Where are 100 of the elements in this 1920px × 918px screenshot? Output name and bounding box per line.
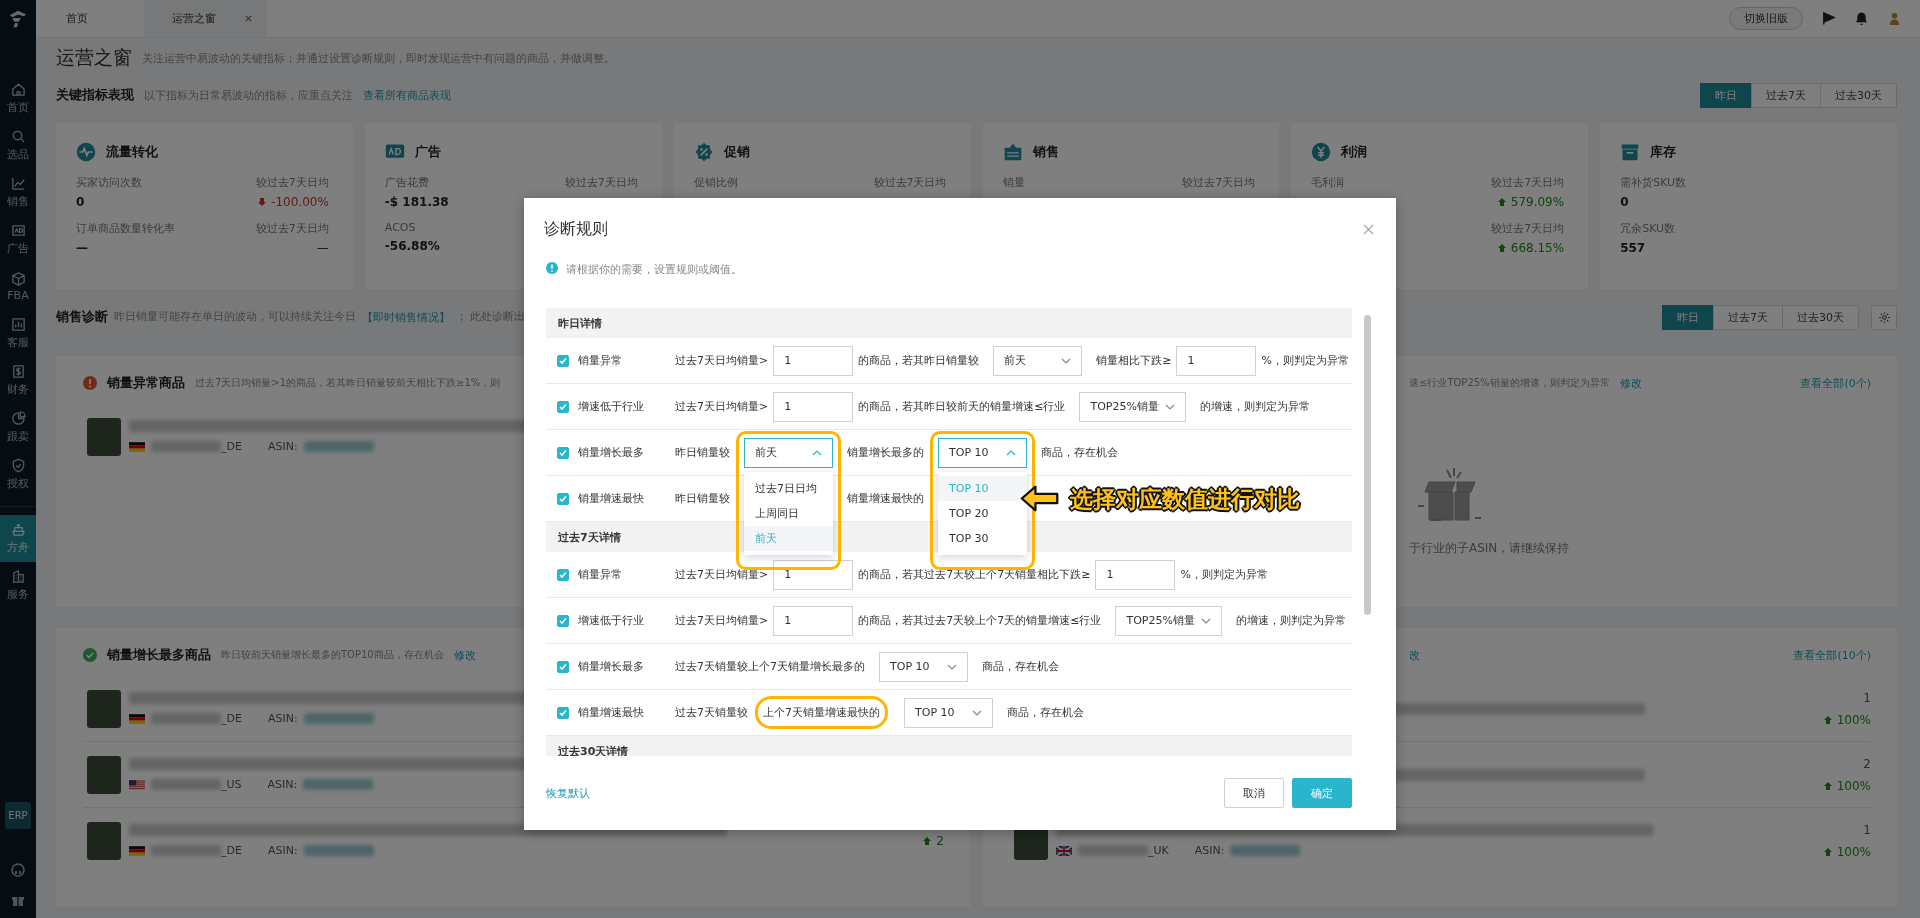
home-icon bbox=[10, 82, 26, 97]
rule-text: 销量增长最多的 bbox=[847, 445, 924, 460]
sidebar-item[interactable]: 销售 bbox=[0, 169, 36, 216]
number-input[interactable]: 1 bbox=[1095, 559, 1176, 590]
edit-link[interactable]: 修改 bbox=[453, 647, 476, 663]
check-icon bbox=[558, 355, 568, 366]
settings-button[interactable] bbox=[1871, 304, 1897, 330]
arrow-left-icon bbox=[1020, 484, 1060, 513]
asin-label: ASIN: bbox=[267, 712, 298, 725]
number-input[interactable]: 1 bbox=[773, 391, 854, 422]
sidebar-item[interactable]: 选品 bbox=[0, 122, 36, 169]
rule-text: 的增速，则判定为异常 bbox=[1235, 613, 1346, 628]
metric-label: 广告花费 bbox=[384, 175, 429, 190]
checkbox[interactable] bbox=[557, 492, 569, 505]
number-input[interactable]: 1 bbox=[773, 605, 854, 636]
asin-label: ASIN: bbox=[267, 440, 298, 453]
dropdown-option[interactable]: TOP 10 bbox=[938, 475, 1027, 501]
metric-value: — bbox=[76, 241, 88, 255]
view-all-products-link[interactable]: 查看所有商品表现 bbox=[363, 87, 451, 103]
sidebar-item[interactable]: 客服 bbox=[0, 310, 36, 357]
number-input[interactable]: 1 bbox=[773, 345, 854, 376]
pie-chart-icon bbox=[10, 411, 26, 426]
scrollbar-thumb[interactable] bbox=[1364, 315, 1371, 615]
checkbox[interactable] bbox=[557, 660, 569, 673]
check-circle-icon bbox=[83, 648, 97, 662]
headset-icon[interactable] bbox=[10, 862, 26, 878]
arrow-down-icon bbox=[257, 197, 268, 207]
page-tab[interactable]: 首页 bbox=[36, 0, 144, 37]
checkbox[interactable] bbox=[557, 706, 569, 719]
dropdown[interactable]: TOP 10 bbox=[904, 697, 993, 728]
reset-default-link[interactable]: 恢复默认 bbox=[546, 785, 590, 801]
rule-text: 过去7天日均销量> bbox=[675, 353, 769, 368]
view-all-link[interactable]: 查看全部(0个) bbox=[1800, 375, 1871, 391]
period-tab[interactable]: 过去30天 bbox=[1820, 82, 1897, 108]
rule-text: 的商品，若其昨日较前天的销量增速≤行业 bbox=[858, 399, 1066, 414]
flag-icon bbox=[1056, 845, 1072, 856]
period-tab[interactable]: 昨日 bbox=[1700, 82, 1752, 108]
view-all-link[interactable]: 查看全部(10个) bbox=[1793, 647, 1871, 663]
sidebar-item[interactable]: 财务 bbox=[0, 357, 36, 404]
page-tab[interactable]: 运营之窗 bbox=[144, 0, 267, 37]
period-tab[interactable]: 昨日 bbox=[1662, 304, 1714, 330]
building-icon bbox=[10, 569, 26, 584]
sidebar-item[interactable]: 服务 bbox=[0, 562, 36, 609]
number-input[interactable]: 1 bbox=[1176, 345, 1257, 376]
close-icon[interactable] bbox=[244, 14, 253, 23]
close-icon[interactable] bbox=[1363, 223, 1374, 235]
flag-icon bbox=[129, 713, 145, 724]
check-icon bbox=[558, 493, 568, 504]
dropdown-option[interactable]: TOP 30 bbox=[938, 525, 1027, 551]
dropdown[interactable]: TOP 10 bbox=[938, 437, 1027, 468]
period-tab[interactable]: 过去7天 bbox=[1713, 304, 1783, 330]
avatar-icon[interactable] bbox=[1887, 11, 1902, 26]
sidebar-item[interactable]: 授权 bbox=[0, 451, 36, 498]
checkbox[interactable] bbox=[557, 568, 569, 581]
dropdown[interactable]: 前天 bbox=[744, 437, 833, 468]
erp-badge[interactable]: ERP bbox=[5, 802, 31, 829]
dropdown-option[interactable]: 前天 bbox=[744, 525, 833, 551]
sidebar-item[interactable]: 广告 bbox=[0, 216, 36, 263]
metric-label: 促销比例 bbox=[693, 175, 738, 190]
sidebar-item[interactable]: FBA bbox=[0, 263, 36, 310]
dropdown[interactable]: TOP 10 bbox=[879, 651, 968, 682]
card-title: 利润 bbox=[1341, 143, 1368, 161]
bell-icon[interactable] bbox=[1854, 11, 1869, 26]
checkbox[interactable] bbox=[557, 446, 569, 459]
edit-link[interactable]: 修改 bbox=[1619, 375, 1642, 391]
period-tab[interactable]: 过去30天 bbox=[1782, 304, 1859, 330]
checkbox[interactable] bbox=[557, 614, 569, 627]
store-suffix: _DE bbox=[221, 440, 242, 453]
rule-text: 上个7天销量增速最快的 bbox=[763, 706, 880, 719]
metric-label: 订单商品数量转化率 bbox=[76, 221, 175, 236]
rule-name: 销量异常 bbox=[578, 567, 622, 582]
card-title: 广告 bbox=[414, 143, 441, 161]
chevron-up-icon bbox=[1006, 449, 1016, 456]
sidebar-item[interactable]: 跟卖 bbox=[0, 404, 36, 451]
check-icon bbox=[558, 707, 568, 718]
rule-name: 销量增速最快 bbox=[578, 491, 644, 506]
sidebar-item[interactable]: 首页 bbox=[0, 75, 36, 122]
ad-board-icon bbox=[10, 223, 26, 238]
cancel-button[interactable]: 取消 bbox=[1224, 778, 1284, 808]
dropdown[interactable]: TOP25%销量 bbox=[1079, 391, 1186, 422]
info-icon bbox=[546, 262, 558, 274]
rule-text: 商品，存在机会 bbox=[982, 659, 1059, 674]
callout-text: 选择对应数值进行对比 bbox=[1070, 484, 1300, 513]
dropdown[interactable]: TOP25%销量 bbox=[1115, 605, 1222, 636]
edit-link[interactable]: 改 bbox=[1409, 647, 1420, 663]
switch-version-button[interactable]: 切换旧版 bbox=[1729, 7, 1803, 30]
period-tab[interactable]: 过去7天 bbox=[1751, 82, 1821, 108]
sidebar-item[interactable]: 方舟 bbox=[0, 515, 36, 562]
confirm-button[interactable]: 确定 bbox=[1292, 778, 1352, 808]
dropdown[interactable]: 前天 bbox=[993, 345, 1083, 376]
empty-state-text: 于行业的子ASIN，请继续保持 bbox=[1409, 540, 1570, 557]
flag-icon[interactable] bbox=[1821, 11, 1836, 26]
live-sales-link[interactable]: 【即时销售情况】 bbox=[362, 309, 450, 325]
dropdown-option[interactable]: 过去7日日均 bbox=[744, 475, 833, 501]
checkbox[interactable] bbox=[557, 354, 569, 367]
check-icon bbox=[558, 569, 568, 580]
search-icon bbox=[10, 129, 26, 144]
shopping-bag-icon bbox=[1002, 142, 1023, 162]
check-icon bbox=[558, 615, 568, 626]
checkbox[interactable] bbox=[557, 400, 569, 413]
